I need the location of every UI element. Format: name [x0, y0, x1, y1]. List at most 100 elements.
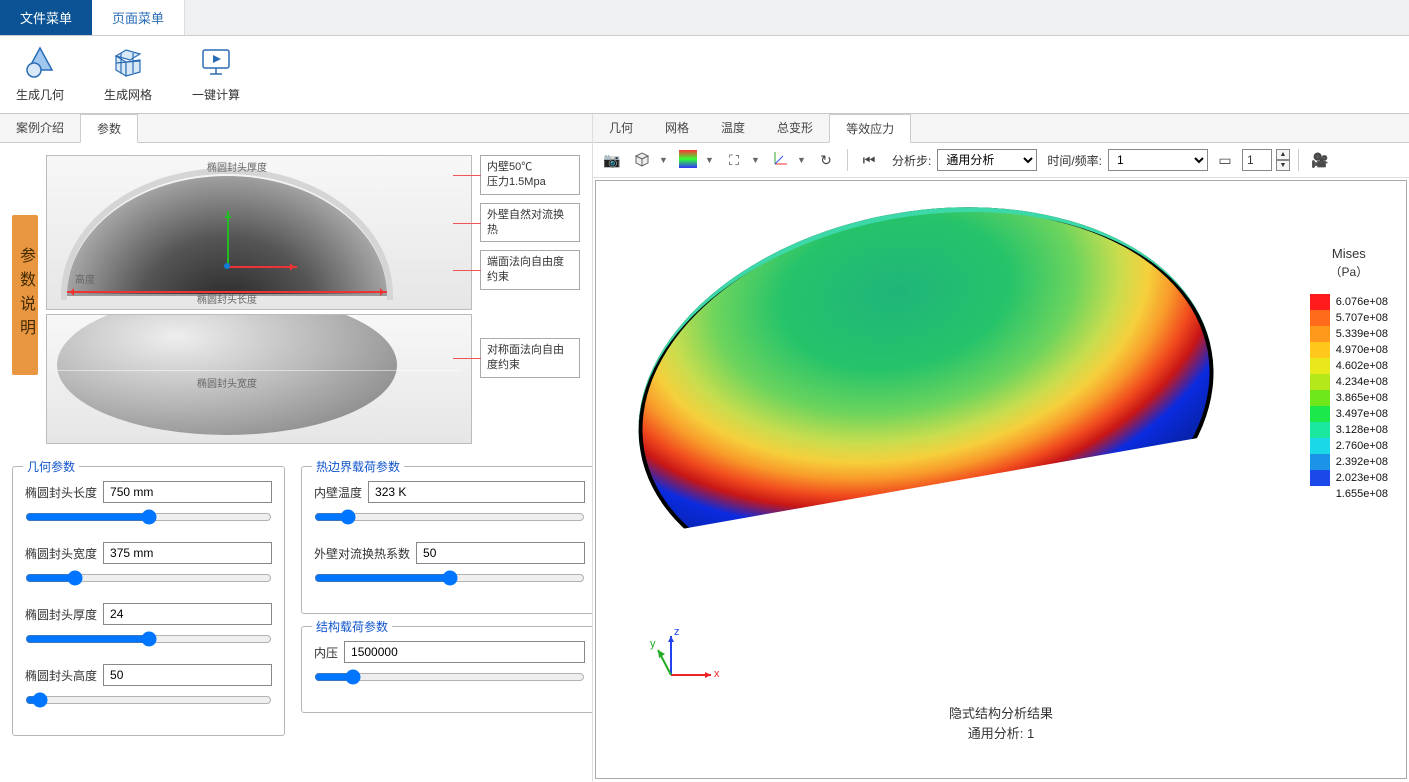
input-length[interactable] [103, 481, 272, 503]
legend-swatch [1310, 406, 1330, 422]
record-button[interactable]: 🎥 [1307, 147, 1333, 173]
rotate-icon: ↻ [820, 152, 832, 169]
input-inner-temp[interactable] [368, 481, 585, 503]
step-label: 分析步: [892, 152, 931, 169]
tab-file-menu[interactable]: 文件菜单 [0, 0, 92, 35]
x-arrow [227, 266, 297, 268]
input-thickness[interactable] [103, 603, 272, 625]
caption-line1: 隐式结构分析结果 [949, 704, 1053, 724]
callout-outer-wall: 外壁自然对流换热 [480, 203, 580, 243]
legend-structural: 结构载荷参数 [312, 618, 392, 635]
fieldset-structural: 结构载荷参数 内压 [301, 626, 592, 713]
slider-inner-temp[interactable] [314, 509, 585, 525]
slider-length[interactable] [25, 509, 272, 525]
play-first-icon[interactable]: ⏮ [856, 147, 882, 173]
time-select[interactable]: 1 [1108, 149, 1208, 171]
legend-value: 4.234e+08 [1336, 374, 1388, 390]
input-height[interactable] [103, 664, 272, 686]
axis-y-label: y [650, 638, 656, 650]
y-arrow [227, 211, 229, 266]
ribbon-one-click-calc[interactable]: 一键计算 [186, 42, 246, 103]
fieldset-geometry: 几何参数 椭圆封头长度 椭圆封头宽度 [12, 466, 285, 736]
slider-outer-conv[interactable] [314, 570, 585, 586]
fea-result-model [636, 211, 1216, 591]
axis-button[interactable] [767, 147, 793, 173]
legend-swatch [1310, 310, 1330, 326]
color-legend: Mises （Pa） 6.076e+085.707e+085.339e+084.… [1310, 246, 1388, 502]
tab-case-intro[interactable]: 案例介绍 [0, 114, 80, 142]
legend-value: 2.392e+08 [1336, 454, 1388, 470]
input-pressure[interactable] [344, 641, 585, 663]
dropdown-arrow-icon[interactable]: ▼ [659, 155, 671, 165]
tab-temperature[interactable]: 温度 [705, 114, 761, 142]
param-explain-badge: 参数说明 [12, 215, 38, 375]
cube-icon [633, 150, 651, 171]
legend-swatch [1310, 454, 1330, 470]
legend-thermal: 热边界载荷参数 [312, 458, 404, 475]
tab-mesh[interactable]: 网格 [649, 114, 705, 142]
axis-triad-icon [771, 150, 789, 171]
ribbon-label: 生成几何 [16, 86, 64, 103]
legend-value: 1.655e+08 [1336, 486, 1388, 502]
callout-sym-constraint: 对称面法向自由度约束 [480, 338, 580, 378]
callout-inner-wall: 内壁50℃ 压力1.5Mpa [480, 155, 580, 195]
colormap-button[interactable] [675, 147, 701, 173]
camcorder-icon: 🎥 [1311, 152, 1328, 169]
dropdown-arrow-icon[interactable]: ▼ [751, 155, 763, 165]
tab-geometry[interactable]: 几何 [593, 114, 649, 142]
axis-triad: x y z [656, 630, 716, 693]
top-menu-bar: 文件菜单 页面菜单 [0, 0, 1409, 36]
legend-value: 4.602e+08 [1336, 358, 1388, 374]
rotate-button[interactable]: ↻ [813, 147, 839, 173]
diagram-top-view: 椭圆封头宽度 [46, 314, 472, 444]
legend-value: 2.023e+08 [1336, 470, 1388, 486]
tab-total-deform[interactable]: 总变形 [761, 114, 829, 142]
range-toggle-button[interactable]: ▭ [1212, 147, 1238, 173]
legend-swatch [1310, 374, 1330, 390]
cube-mesh-icon [108, 42, 148, 82]
tab-page-menu[interactable]: 页面菜单 [92, 0, 185, 35]
ribbon: 生成几何 生成网格 一键计算 [0, 36, 1409, 114]
spin-down[interactable]: ▼ [1276, 160, 1290, 171]
slider-height[interactable] [25, 692, 272, 708]
input-outer-conv[interactable] [416, 542, 585, 564]
fit-view-button[interactable]: ⛶ [721, 147, 747, 173]
dropdown-arrow-icon[interactable]: ▼ [705, 155, 717, 165]
screenshot-button[interactable]: 📷 [599, 147, 625, 173]
ribbon-generate-geometry[interactable]: 生成几何 [10, 42, 70, 103]
frame-spin[interactable]: 1 [1242, 149, 1272, 171]
tab-eq-stress[interactable]: 等效应力 [829, 114, 911, 143]
legend-swatch [1310, 358, 1330, 374]
step-select[interactable]: 通用分析 [937, 149, 1037, 171]
diagram-label-length: 椭圆封头长度 [197, 291, 257, 306]
legend-swatch [1310, 294, 1330, 310]
ribbon-generate-mesh[interactable]: 生成网格 [98, 42, 158, 103]
legend-swatch [1310, 342, 1330, 358]
right-sub-tabs: 几何 网格 温度 总变形 等效应力 [593, 114, 1409, 143]
diagram-label-thickness: 椭圆封头厚度 [207, 159, 267, 174]
axis-x-label: x [714, 668, 720, 680]
viewport[interactable]: x y z 隐式结构分析结果 通用分析: 1 Mises （Pa） 6.076e… [595, 180, 1407, 779]
input-width[interactable] [103, 542, 272, 564]
viz-toolbar: 📷 ▼ ▼ ⛶ ▼ ▼ ↻ ⏮ 分析步: 通用分析 时间/频率: 1 ▭ 1 ▲… [593, 143, 1409, 178]
fieldset-thermal: 热边界载荷参数 内壁温度 外壁对流换热系数 [301, 466, 592, 614]
slider-thickness[interactable] [25, 631, 272, 647]
legend-value: 5.339e+08 [1336, 326, 1388, 342]
fit-icon: ⛶ [729, 152, 739, 169]
legend-value: 6.076e+08 [1336, 294, 1388, 310]
legend-swatch [1310, 326, 1330, 342]
spin-up[interactable]: ▲ [1276, 149, 1290, 160]
diagram-label-height: 高度 [75, 271, 95, 286]
label-pressure: 内压 [314, 644, 338, 661]
view-cube-button[interactable] [629, 147, 655, 173]
legend-swatch [1310, 438, 1330, 454]
legend-title: Mises [1310, 246, 1388, 261]
slider-pressure[interactable] [314, 669, 585, 685]
label-length: 椭圆封头长度 [25, 484, 97, 501]
label-outer-conv: 外壁对流换热系数 [314, 545, 410, 562]
callout-end-constraint: 端面法向自由度约束 [480, 250, 580, 290]
tab-parameters[interactable]: 参数 [80, 114, 138, 143]
slider-width[interactable] [25, 570, 272, 586]
origin-dot [224, 263, 230, 269]
dropdown-arrow-icon[interactable]: ▼ [797, 155, 809, 165]
